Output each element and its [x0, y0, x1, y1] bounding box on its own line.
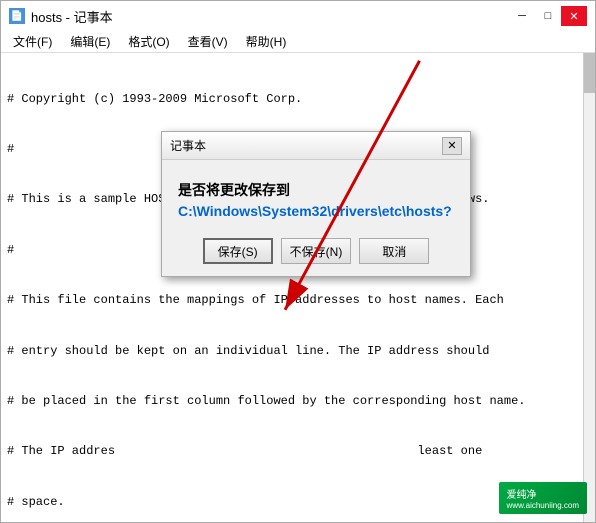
menu-format[interactable]: 格式(O) — [120, 31, 177, 52]
notepad-window: 📄 hosts - 记事本 ─ □ ✕ 文件(F) 编辑(E) 格式(O) 查看… — [0, 0, 596, 523]
minimize-button[interactable]: ─ — [509, 6, 535, 26]
watermark: 爱纯净 www.aichuniing.com — [499, 482, 587, 514]
dont-save-button[interactable]: 不保存(N) — [281, 238, 352, 264]
text-line: # Copyright (c) 1993-2009 Microsoft Corp… — [7, 91, 589, 108]
text-line: # The IP addres least one — [7, 443, 589, 460]
save-button[interactable]: 保存(S) — [203, 238, 273, 264]
window-close-button[interactable]: ✕ — [561, 6, 587, 26]
title-bar-left: 📄 hosts - 记事本 — [9, 7, 113, 26]
text-line: # This file contains the mappings of IP … — [7, 292, 589, 309]
dialog-message: 是否将更改保存到 C:\Windows\System32\drivers\etc… — [178, 180, 454, 222]
dialog-title: 记事本 — [170, 137, 206, 154]
title-bar: 📄 hosts - 记事本 ─ □ ✕ — [1, 1, 595, 31]
notepad-icon: 📄 — [9, 8, 25, 24]
save-dialog: 记事本 ✕ 是否将更改保存到 C:\Windows\System32\drive… — [161, 131, 471, 277]
dialog-body: 是否将更改保存到 C:\Windows\System32\drivers\etc… — [162, 160, 470, 276]
menu-file[interactable]: 文件(F) — [5, 31, 60, 52]
text-line: # entry should be kept on an individual … — [7, 343, 589, 360]
menu-edit[interactable]: 编辑(E) — [62, 31, 118, 52]
dialog-file-path: C:\Windows\System32\drivers\etc\hosts? — [178, 203, 452, 219]
dialog-title-bar: 记事本 ✕ — [162, 132, 470, 160]
title-bar-controls: ─ □ ✕ — [509, 6, 587, 26]
dialog-close-button[interactable]: ✕ — [442, 137, 462, 155]
dialog-buttons: 保存(S) 不保存(N) 取消 — [178, 238, 454, 264]
dialog-message-line1: 是否将更改保存到 — [178, 182, 290, 198]
scrollbar-thumb[interactable] — [584, 53, 595, 93]
watermark-line1: 爱纯净 — [507, 486, 579, 501]
text-content[interactable]: # Copyright (c) 1993-2009 Microsoft Corp… — [1, 53, 595, 522]
text-line: # be placed in the first column followed… — [7, 393, 589, 410]
watermark-line2: www.aichuniing.com — [507, 501, 579, 510]
scrollbar[interactable] — [583, 53, 595, 522]
text-area: # Copyright (c) 1993-2009 Microsoft Corp… — [1, 53, 595, 522]
menu-view[interactable]: 查看(V) — [180, 31, 236, 52]
restore-button[interactable]: □ — [535, 6, 561, 26]
cancel-button[interactable]: 取消 — [359, 238, 429, 264]
menu-bar: 文件(F) 编辑(E) 格式(O) 查看(V) 帮助(H) — [1, 31, 595, 53]
menu-help[interactable]: 帮助(H) — [238, 31, 295, 52]
window-title: hosts - 记事本 — [31, 7, 113, 26]
